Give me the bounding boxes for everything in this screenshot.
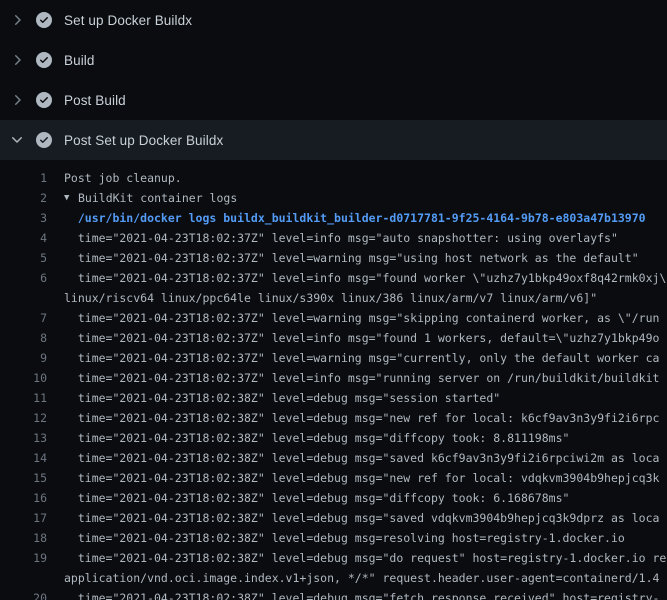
log-line-number[interactable]: 1: [0, 168, 47, 188]
log-line-number[interactable]: 12: [0, 408, 47, 428]
log-line-number[interactable]: 15: [0, 468, 47, 488]
log-line: 3 /usr/bin/docker logs buildx_buildkit_b…: [0, 208, 667, 228]
log-line: 17 time="2021-04-23T18:02:38Z" level=deb…: [0, 508, 667, 528]
step-row-post-build[interactable]: Post Build: [0, 80, 667, 120]
step-row-build[interactable]: Build: [0, 40, 667, 80]
log-lines: 1 Post job cleanup. 2 ▼BuildKit containe…: [0, 160, 667, 600]
log-line-number[interactable]: 7: [0, 308, 47, 328]
log-line-number[interactable]: 8: [0, 328, 47, 348]
chevron-right-icon: [9, 92, 25, 108]
steps-list: Set up Docker Buildx Build: [0, 0, 667, 160]
chevron-right-icon: [9, 12, 25, 28]
log-line-number[interactable]: 19: [0, 548, 47, 568]
log-line: 5 time="2021-04-23T18:02:37Z" level=warn…: [0, 248, 667, 268]
group-label[interactable]: BuildKit container logs: [78, 191, 237, 205]
log-line-text: time="2021-04-23T18:02:37Z" level=warnin…: [64, 308, 659, 328]
log-line-text: time="2021-04-23T18:02:38Z" level=debug …: [64, 428, 569, 448]
log-line-number[interactable]: [0, 568, 47, 588]
log-line-number[interactable]: 20: [0, 588, 47, 600]
check-circle-icon: [36, 132, 52, 148]
log-line-text: time="2021-04-23T18:02:37Z" level=info m…: [64, 328, 659, 348]
log-line: 20 time="2021-04-23T18:02:38Z" level=deb…: [0, 588, 667, 600]
log-line-number[interactable]: 2: [0, 188, 47, 208]
log-line-text: time="2021-04-23T18:02:38Z" level=debug …: [64, 468, 659, 488]
step-label: Post Build: [64, 93, 126, 108]
log-line: linux/riscv64 linux/ppc64le linux/s390x …: [0, 288, 667, 308]
log-line-text: time="2021-04-23T18:02:38Z" level=debug …: [64, 508, 659, 528]
group-caret-icon[interactable]: ▼: [64, 188, 78, 208]
log-line: 9 time="2021-04-23T18:02:37Z" level=warn…: [0, 348, 667, 368]
log-line-text: time="2021-04-23T18:02:38Z" level=debug …: [64, 388, 500, 408]
log-line: 14 time="2021-04-23T18:02:38Z" level=deb…: [0, 448, 667, 468]
log-line-number[interactable]: 18: [0, 528, 47, 548]
log-line: 10 time="2021-04-23T18:02:37Z" level=inf…: [0, 368, 667, 388]
log-line: 19 time="2021-04-23T18:02:38Z" level=deb…: [0, 548, 667, 568]
log-line-number[interactable]: 10: [0, 368, 47, 388]
check-circle-icon: [36, 52, 52, 68]
log-line-text: time="2021-04-23T18:02:37Z" level=info m…: [64, 368, 659, 388]
log-line-text: ▼BuildKit container logs: [64, 188, 237, 208]
log-line-text: time="2021-04-23T18:02:38Z" level=debug …: [64, 448, 659, 468]
log-line-number[interactable]: 11: [0, 388, 47, 408]
log-line: 13 time="2021-04-23T18:02:38Z" level=deb…: [0, 428, 667, 448]
log-line-number[interactable]: 6: [0, 268, 47, 288]
log-line-number[interactable]: 17: [0, 508, 47, 528]
step-row-set-up-docker-buildx[interactable]: Set up Docker Buildx: [0, 0, 667, 40]
log-line: 6 time="2021-04-23T18:02:37Z" level=info…: [0, 268, 667, 288]
log-line-text: time="2021-04-23T18:02:38Z" level=debug …: [64, 548, 666, 568]
log-line: 1 Post job cleanup.: [0, 168, 667, 188]
log-line-text: time="2021-04-23T18:02:37Z" level=warnin…: [64, 248, 639, 268]
log-line-number[interactable]: 14: [0, 448, 47, 468]
step-row-post-set-up-docker-buildx[interactable]: Post Set up Docker Buildx: [0, 120, 667, 160]
log-line-text: time="2021-04-23T18:02:38Z" level=debug …: [64, 488, 569, 508]
log-line-text: time="2021-04-23T18:02:37Z" level=warnin…: [64, 348, 659, 368]
step-label: Set up Docker Buildx: [64, 13, 192, 28]
log-line-text: application/vnd.oci.image.index.v1+json,…: [64, 568, 659, 588]
log-line: application/vnd.oci.image.index.v1+json,…: [0, 568, 667, 588]
log-line: 7 time="2021-04-23T18:02:37Z" level=warn…: [0, 308, 667, 328]
log-line-text: time="2021-04-23T18:02:38Z" level=debug …: [64, 588, 659, 600]
log-line: 8 time="2021-04-23T18:02:37Z" level=info…: [0, 328, 667, 348]
log-line: 4 time="2021-04-23T18:02:37Z" level=info…: [0, 228, 667, 248]
chevron-down-icon: [9, 132, 25, 148]
log-line-number[interactable]: [0, 288, 47, 308]
log-line-text: time="2021-04-23T18:02:38Z" level=debug …: [64, 528, 625, 548]
log-line-number[interactable]: 5: [0, 248, 47, 268]
step-label: Post Set up Docker Buildx: [64, 133, 223, 148]
chevron-right-icon: [9, 52, 25, 68]
log-line-text: Post job cleanup.: [64, 168, 182, 188]
log-line: 18 time="2021-04-23T18:02:38Z" level=deb…: [0, 528, 667, 548]
log-line-text: time="2021-04-23T18:02:37Z" level=info m…: [64, 268, 667, 288]
log-line-text: time="2021-04-23T18:02:38Z" level=debug …: [64, 408, 659, 428]
log-line: 11 time="2021-04-23T18:02:38Z" level=deb…: [0, 388, 667, 408]
log-line: 2 ▼BuildKit container logs: [0, 188, 667, 208]
log-line-number[interactable]: 3: [0, 208, 47, 228]
log-line-text: time="2021-04-23T18:02:37Z" level=info m…: [64, 228, 618, 248]
actions-log-panel: Set up Docker Buildx Build: [0, 0, 667, 600]
check-circle-icon: [36, 12, 52, 28]
log-line-text: linux/riscv64 linux/ppc64le linux/s390x …: [64, 288, 597, 308]
log-line-number[interactable]: 16: [0, 488, 47, 508]
log-line-number[interactable]: 4: [0, 228, 47, 248]
check-circle-icon: [36, 92, 52, 108]
log-line: 16 time="2021-04-23T18:02:38Z" level=deb…: [0, 488, 667, 508]
log-line-text: /usr/bin/docker logs buildx_buildkit_bui…: [64, 208, 646, 228]
log-line-number[interactable]: 9: [0, 348, 47, 368]
log-line: 15 time="2021-04-23T18:02:38Z" level=deb…: [0, 468, 667, 488]
log-line-number[interactable]: 13: [0, 428, 47, 448]
log-line: 12 time="2021-04-23T18:02:38Z" level=deb…: [0, 408, 667, 428]
step-label: Build: [64, 53, 95, 68]
